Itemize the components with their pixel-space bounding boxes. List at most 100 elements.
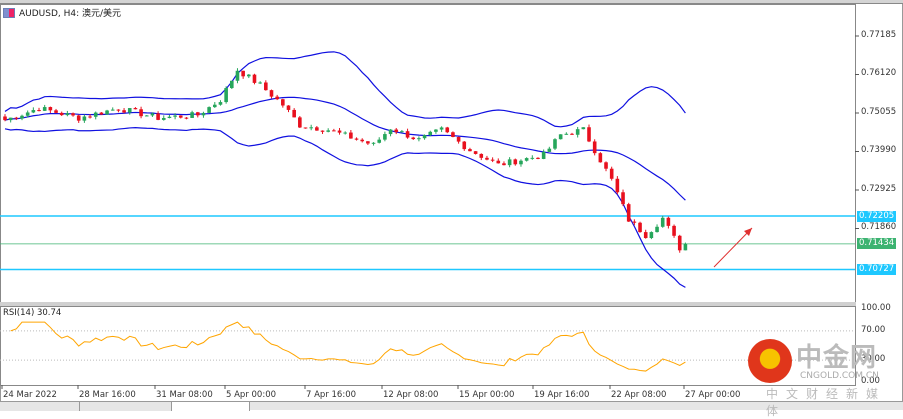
candle-body <box>309 127 313 129</box>
candle-body <box>8 117 13 121</box>
candle-body <box>638 222 642 233</box>
time-axis-label: 15 Apr 00:00 <box>459 390 515 400</box>
candle-body <box>547 148 552 152</box>
candle-body <box>666 217 671 226</box>
candle-body <box>388 129 393 135</box>
candle-body <box>581 127 586 130</box>
candle-body <box>655 226 659 233</box>
time-axis-label: 22 Apr 08:00 <box>611 390 667 400</box>
candle-body <box>570 133 574 135</box>
candle-body <box>400 131 404 133</box>
candle-body <box>178 115 183 118</box>
candle-body <box>451 132 455 137</box>
candle-body <box>456 136 461 142</box>
current-price-tag: 0.71434 <box>857 238 897 250</box>
candle-body <box>195 112 200 116</box>
candle-body <box>649 232 654 239</box>
bollinger-lower-band <box>4 127 686 288</box>
candle-body <box>212 104 217 108</box>
candle-body <box>31 110 36 113</box>
time-axis-label: 27 Apr 00:00 <box>685 390 741 400</box>
candle-body <box>564 133 569 135</box>
candle-body <box>207 107 211 113</box>
pane-separator <box>0 302 856 306</box>
candle-body <box>275 96 279 100</box>
rsi-label: RSI(14) 30.74 <box>3 308 62 318</box>
candle-body <box>201 112 206 116</box>
candle-body <box>405 131 410 138</box>
candle-body <box>592 141 597 154</box>
candle-body <box>371 142 376 144</box>
candle-body <box>354 138 359 140</box>
candle-body <box>513 159 518 165</box>
candle-body <box>150 113 155 116</box>
candle-body <box>82 116 87 121</box>
candle-body <box>632 221 637 223</box>
candle-body <box>320 130 325 132</box>
candle-body <box>326 130 330 132</box>
candle-body <box>48 107 53 111</box>
candle-body <box>360 139 365 142</box>
candle-body <box>485 157 489 160</box>
price-axis-label: 0.71860 <box>861 222 897 233</box>
candle-body <box>218 102 223 105</box>
candle-body <box>394 129 399 133</box>
time-axis-label: 5 Apr 00:00 <box>226 390 277 400</box>
candle-body <box>366 141 370 144</box>
candle-body <box>598 153 603 163</box>
candle-body <box>558 134 563 140</box>
watermark: 中金网 CNGOLD.COM.CN 中文财经新媒体 <box>748 337 898 418</box>
time-axis-label: 7 Apr 16:00 <box>306 390 357 400</box>
candle-body <box>144 115 149 117</box>
candle-body <box>269 90 274 97</box>
candle-body <box>553 139 557 149</box>
candle-body <box>105 110 109 115</box>
candle-body <box>417 138 421 140</box>
candle-body <box>502 163 506 166</box>
price-axis-label: 0.72925 <box>861 183 897 194</box>
price-axis-label: 0.76120 <box>861 68 897 79</box>
candle-body <box>37 110 41 112</box>
candle-body <box>496 160 501 164</box>
candle-body <box>332 130 336 132</box>
rsi-pane-border <box>0 306 856 386</box>
candle-body <box>139 109 143 117</box>
time-axis-label: 28 Mar 16:00 <box>79 390 136 400</box>
candle-body <box>71 113 75 116</box>
candle-body <box>127 108 132 113</box>
candle-body <box>281 99 285 106</box>
candle-body <box>575 129 580 135</box>
candle-body <box>88 116 92 118</box>
candle-body <box>604 162 608 169</box>
candle-body <box>683 243 688 251</box>
candle-body <box>286 105 291 110</box>
candle-body <box>161 117 166 120</box>
time-axis-label: 19 Apr 16:00 <box>534 390 590 400</box>
candle-body <box>42 107 47 111</box>
candle-body <box>190 112 194 118</box>
candle-body <box>422 135 427 139</box>
candle-body <box>241 70 245 77</box>
candle-body <box>434 129 438 132</box>
candle-body <box>609 168 614 179</box>
rsi-axis-label: 100.00 <box>861 303 891 313</box>
candle-body <box>65 113 70 116</box>
candle-body <box>298 117 302 128</box>
candle-body <box>349 132 353 139</box>
candle-body <box>337 130 342 133</box>
time-axis-label: 24 Mar 2022 <box>3 390 57 400</box>
candle-body <box>25 112 30 116</box>
candle-body <box>587 127 591 142</box>
candle-body <box>3 116 7 121</box>
candle-body <box>677 235 682 251</box>
candle-body <box>445 127 450 133</box>
watermark-tagline: 中文财经新媒体 <box>766 387 887 418</box>
candle-body <box>468 149 472 152</box>
candle-body <box>343 132 347 134</box>
support-price-tag: 0.70727 <box>857 263 897 275</box>
candle-body <box>76 115 81 121</box>
candle-body <box>519 160 523 165</box>
candle-body <box>411 137 416 140</box>
candle-body <box>93 112 98 117</box>
candle-body <box>524 158 529 161</box>
